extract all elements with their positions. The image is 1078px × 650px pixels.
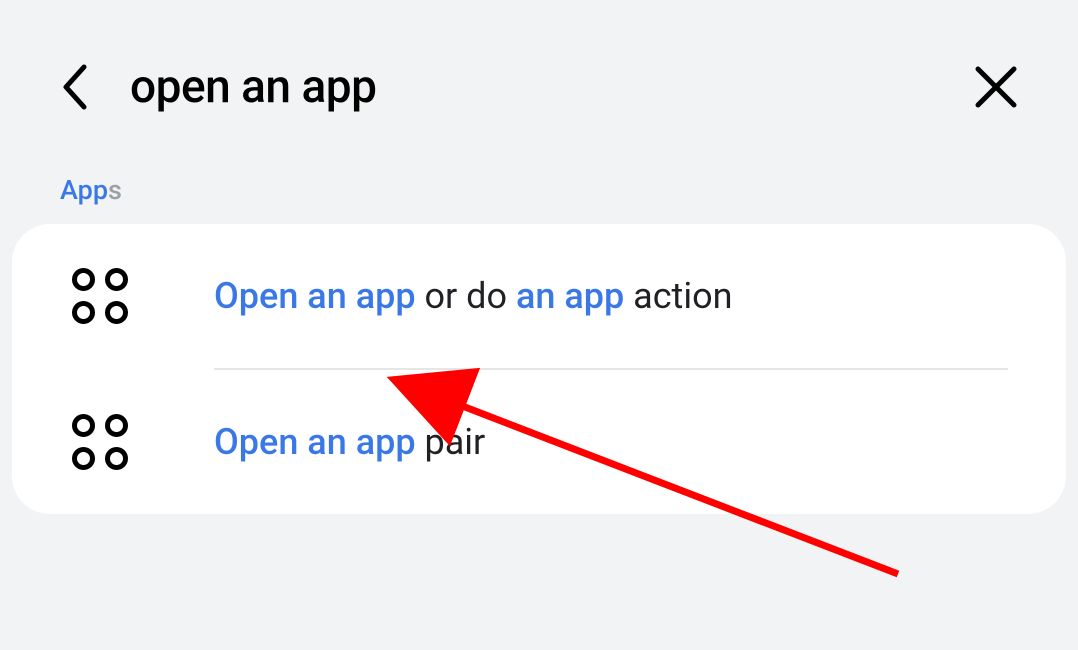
back-button[interactable] [60,63,90,111]
clear-button[interactable] [974,65,1018,109]
section-label-highlight: App [60,174,108,206]
back-icon [60,63,90,111]
close-icon [974,65,1018,109]
result-open-app-action[interactable]: Open an app or do an app action [12,224,1066,368]
results-card: Open an app or do an app action Open an … [12,224,1066,514]
apps-grid-icon [72,268,128,324]
search-header: open an app [0,0,1078,154]
result-label: Open an app pair [214,419,485,466]
section-label-rest: s [108,174,122,206]
search-input[interactable]: open an app [130,60,934,114]
section-header-apps: Apps [0,154,1078,224]
result-label: Open an app or do an app action [214,273,733,320]
result-open-app-pair[interactable]: Open an app pair [12,370,1066,514]
apps-grid-icon [72,414,128,470]
